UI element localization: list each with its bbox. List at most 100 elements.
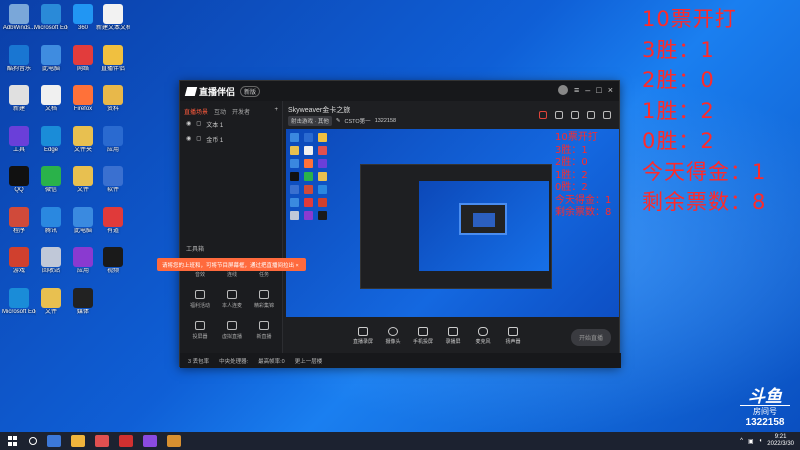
taskbar-app-icon[interactable] [71, 435, 85, 447]
desktop-icon[interactable]: 腾讯 [34, 206, 68, 245]
nested-preview [419, 181, 549, 271]
version-badge[interactable]: 新版 [240, 85, 261, 97]
app-icon [73, 4, 93, 24]
desktop-icon[interactable]: 资料 [96, 85, 130, 123]
tool-button[interactable]: 福利活动 [184, 290, 216, 309]
share-icon[interactable] [571, 111, 579, 119]
taskbar-app-icon[interactable] [167, 435, 181, 447]
tab-interact[interactable]: 互动 [214, 107, 226, 117]
taskbar-app-icon[interactable] [119, 435, 133, 447]
recording-button[interactable]: 录播屏 [438, 327, 468, 345]
taskbar-app-icon[interactable] [47, 435, 61, 447]
desktop-icon[interactable]: 文件 [66, 166, 100, 204]
microphone-button[interactable]: 麦克风 [468, 327, 498, 345]
minimize-icon[interactable]: – [585, 85, 590, 95]
stream-title[interactable]: Skyweaver金卡之旅 [288, 105, 350, 115]
maximize-icon[interactable]: □ [596, 85, 601, 95]
tab-developer[interactable]: 开发者 [232, 107, 250, 117]
desktop-icon[interactable]: 媒体 [66, 287, 100, 326]
desktop-icon[interactable]: 文件 [34, 287, 68, 326]
lock-icon[interactable]: ◻ [196, 135, 201, 144]
add-icon[interactable]: + [274, 107, 278, 117]
desktop-icon[interactable]: Firefox [66, 85, 100, 123]
desktop-icon-label: 资料 [106, 106, 119, 112]
clock-date: 2022/3/30 [767, 441, 794, 447]
scene-item[interactable]: ◉ ◻ 金币 1 [180, 132, 282, 147]
link-icon[interactable] [603, 111, 611, 119]
desktop-icon[interactable]: 软件 [96, 166, 130, 204]
desktop-icon[interactable]: 网络 [66, 44, 100, 83]
desktop-icon[interactable]: AdbWinds... [2, 4, 36, 42]
tool-button[interactable]: 精彩集锦 [248, 290, 280, 309]
desktop-icon[interactable]: 文档 [34, 85, 68, 123]
scene-label: 金币 1 [206, 138, 224, 144]
desktop-icon[interactable]: 此电脑 [66, 206, 100, 245]
app-icon [9, 287, 29, 308]
desktop-icon[interactable]: Microsoft Edge [2, 287, 36, 326]
desktop-icon[interactable]: 360 [66, 4, 100, 42]
desktop-icon[interactable]: Microsoft Edge [34, 4, 68, 42]
taskbar-app-icon[interactable] [95, 435, 109, 447]
screen-capture-button[interactable]: 直播录屏 [348, 327, 378, 345]
notification-toast[interactable]: 请将您的上班和，可将节目屏幕框，通过把直播间拉出 × [157, 258, 306, 271]
avatar[interactable] [558, 85, 569, 95]
volume-icon[interactable]: ◖ [759, 438, 763, 444]
app-icon [103, 247, 123, 267]
edit-icon[interactable]: ✎ [336, 118, 341, 124]
taskbar-app-icon[interactable] [143, 435, 157, 447]
desktop-icon[interactable]: 此电脑 [34, 44, 68, 83]
menu-icon[interactable]: ≡ [574, 85, 579, 95]
desktop-icon[interactable]: 文件夹 [66, 125, 100, 164]
eye-icon[interactable]: ◉ [186, 135, 191, 144]
lock-icon[interactable] [555, 111, 563, 119]
gift-icon[interactable] [539, 111, 547, 119]
tool-button[interactable]: 新直播 [248, 321, 280, 340]
camera-button[interactable]: 摄像头 [378, 327, 408, 345]
desktop-icon[interactable]: 酷狗音乐 [2, 44, 36, 83]
desktop-icon[interactable]: 工具 [2, 125, 36, 164]
tab-scene[interactable]: 直播场景 [184, 107, 208, 117]
start-button[interactable] [8, 436, 18, 446]
start-live-button[interactable]: 开始直播 [570, 329, 611, 346]
clock[interactable]: 9:21 2022/3/30 [767, 434, 794, 448]
room-id: 1322158 [374, 118, 397, 124]
network-icon[interactable]: ▣ [748, 438, 754, 445]
scene-item[interactable]: ◉ ◻ 文本 1 [180, 117, 282, 132]
overlay-line: 今天得金：1 [642, 159, 767, 184]
desktop-icon[interactable]: Edge [34, 125, 68, 164]
eye-icon[interactable]: ◉ [186, 120, 191, 129]
speaker-button[interactable]: 扬声器 [498, 327, 528, 345]
desktop-icon[interactable]: 程序 [2, 206, 36, 245]
close-icon[interactable]: × [608, 85, 613, 95]
tool-button[interactable]: 投屏器 [184, 321, 216, 340]
capture-toolbar: 直播录屏 摄像头 手机投屏 录播屏 麦克风 扬声器 开始直播 [286, 321, 619, 351]
desktop-icon[interactable]: 有道 [96, 206, 130, 245]
desktop-icon[interactable]: 应用 [66, 247, 100, 285]
desktop-icon[interactable]: 视频 [96, 247, 130, 285]
category-tag[interactable]: 射击游戏 · 其他 [288, 116, 332, 126]
desktop-icon[interactable]: QQ [2, 166, 36, 204]
desktop-icon[interactable]: 回收站 [34, 247, 68, 285]
lock-icon[interactable]: ◻ [196, 120, 201, 129]
toolbar-label: 直播录屏 [352, 339, 373, 345]
tool-button[interactable]: 本人连麦 [216, 290, 248, 309]
desktop-icon[interactable]: 游戏 [2, 247, 36, 285]
phone-icon [418, 327, 428, 336]
tag-label: CSTO第一 [344, 119, 371, 125]
taskbar: ^ ▣ ◖ 9:21 2022/3/30 [0, 432, 800, 450]
app-icon [9, 166, 29, 186]
bell-icon[interactable] [587, 111, 595, 119]
desktop-icon[interactable]: 直播伴侣 [96, 44, 130, 83]
preview-overlay-line: 0胜：2 [555, 182, 588, 193]
chevron-up-icon[interactable]: ^ [740, 438, 743, 444]
stream-preview[interactable]: 10票开打 3胜：1 2胜：0 1胜：2 0胜：2 今天得金：1 剩余票数：8 [286, 129, 619, 317]
desktop-icon[interactable]: 应用 [96, 125, 130, 164]
tool-button[interactable]: 虚拟直播 [216, 321, 248, 340]
phone-cast-button[interactable]: 手机投屏 [408, 327, 438, 345]
desktop-icon-label: Edge [43, 146, 58, 153]
desktop-icon-label: 软件 [106, 187, 119, 193]
desktop-icon[interactable]: 新建 [2, 85, 36, 123]
search-icon[interactable] [29, 437, 37, 445]
desktop-icon[interactable]: 新建文本文档 [96, 4, 130, 42]
desktop-icon[interactable]: 微信 [34, 166, 68, 204]
